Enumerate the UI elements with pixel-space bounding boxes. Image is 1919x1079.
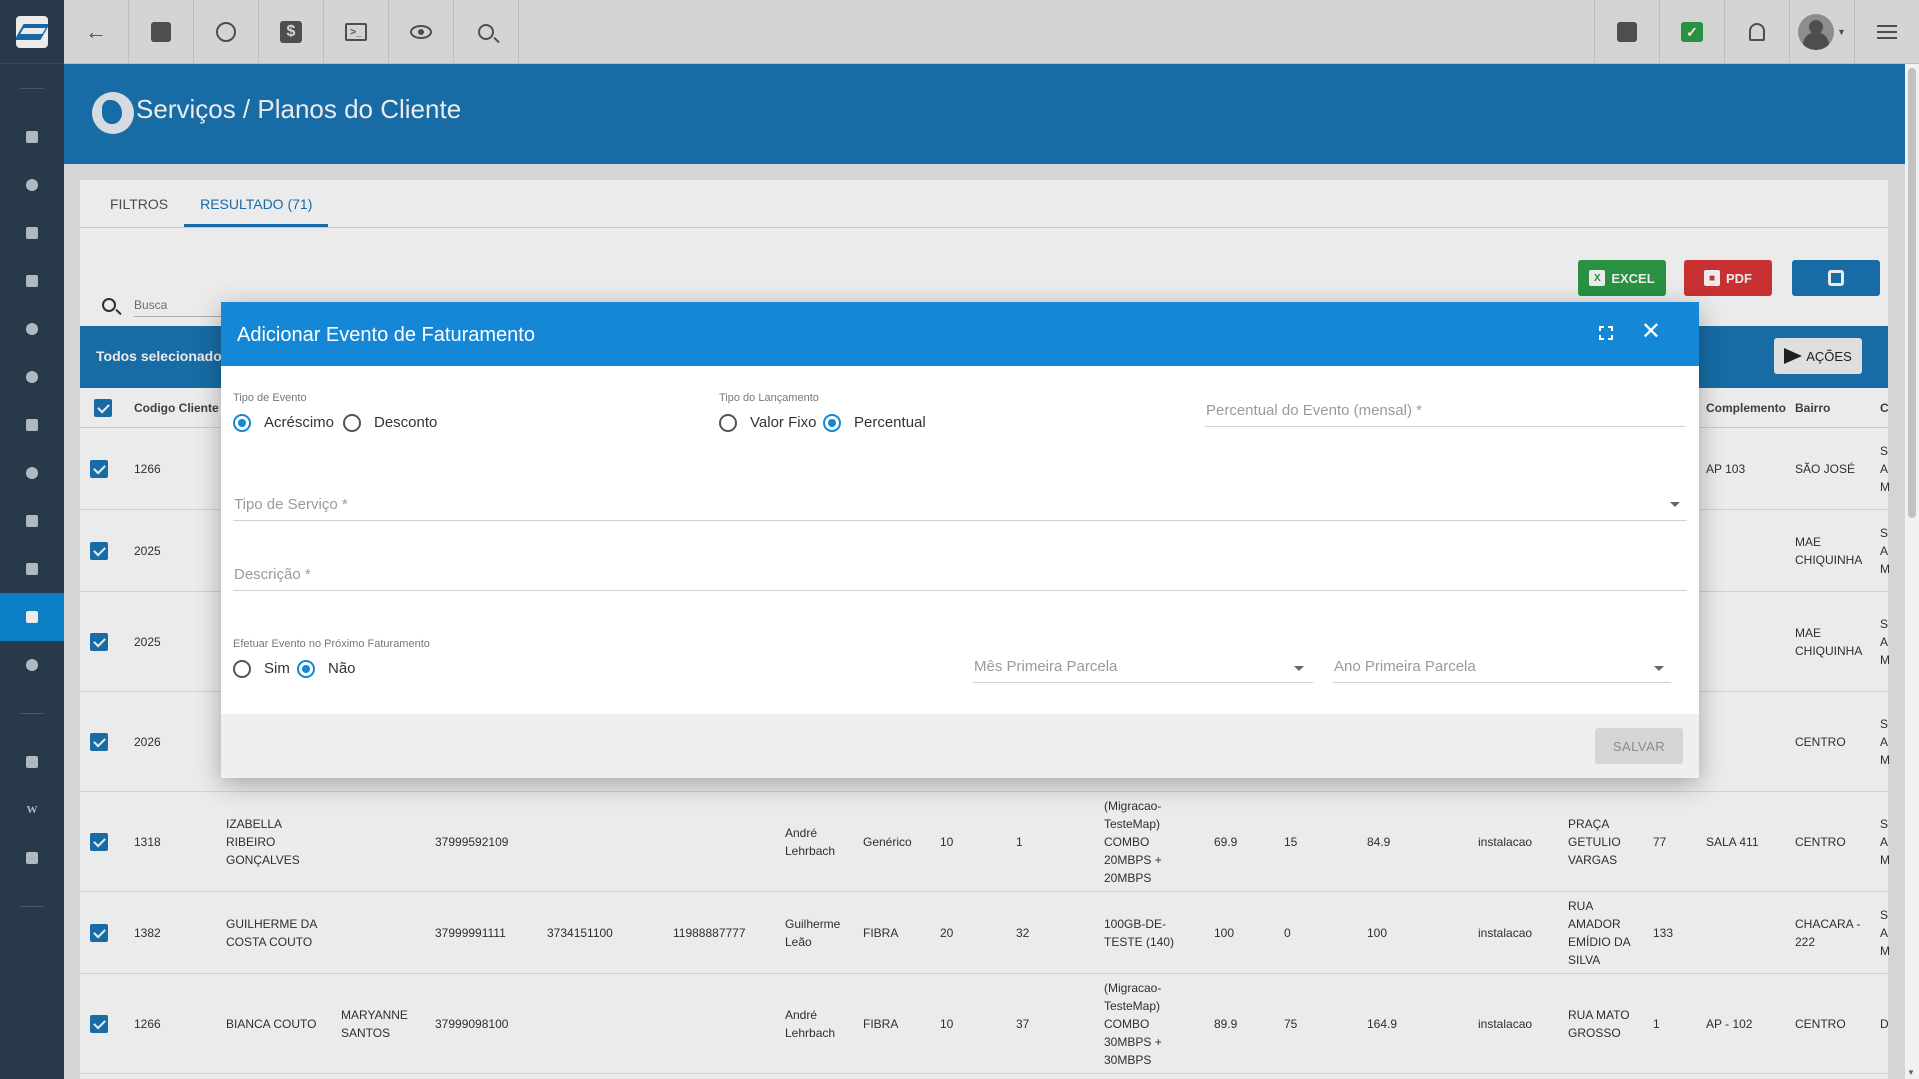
chevron-down-icon: [1654, 666, 1664, 671]
ano-primeira-parcela-select[interactable]: [1333, 682, 1671, 683]
radio-percentual-label: Percentual: [854, 414, 926, 431]
dialog-header: Adicionar Evento de Faturamento ✕: [221, 302, 1699, 366]
tipo-evento-label: Tipo de Evento: [233, 392, 307, 404]
chevron-down-icon: [1670, 502, 1680, 507]
percentual-field-placeholder: Percentual do Evento (mensal) *: [1206, 402, 1422, 419]
mes-primeira-parcela-placeholder: Mês Primeira Parcela: [974, 658, 1118, 675]
radio-valor-fixo-label: Valor Fixo: [750, 414, 817, 431]
page-scrollbar[interactable]: ▲ ▼: [1905, 64, 1919, 1079]
add-billing-event-dialog: Adicionar Evento de Faturamento ✕ Tipo d…: [221, 302, 1699, 778]
radio-sim[interactable]: [233, 660, 251, 678]
chevron-down-icon: [1294, 666, 1304, 671]
radio-nao-label: Não: [328, 660, 356, 677]
save-button[interactable]: SALVAR: [1595, 728, 1683, 764]
tipo-servico-select[interactable]: [233, 520, 1687, 521]
scrollbar-thumb[interactable]: [1908, 68, 1916, 518]
dialog-title: Adicionar Evento de Faturamento: [237, 324, 535, 346]
percentual-field[interactable]: [1205, 426, 1685, 427]
radio-percentual[interactable]: [823, 414, 841, 432]
scroll-down-icon[interactable]: ▼: [1907, 1068, 1915, 1077]
tipo-servico-placeholder: Tipo de Serviço *: [234, 496, 348, 513]
radio-desconto[interactable]: [343, 414, 361, 432]
radio-sim-label: Sim: [264, 660, 290, 677]
radio-nao[interactable]: [297, 660, 315, 678]
descricao-field[interactable]: [233, 590, 1687, 591]
mes-primeira-parcela-select[interactable]: [973, 682, 1313, 683]
radio-desconto-label: Desconto: [374, 414, 438, 431]
dialog-footer: SALVAR: [221, 714, 1699, 778]
tipo-lancamento-label: Tipo do Lançamento: [719, 392, 819, 404]
close-icon[interactable]: ✕: [1641, 320, 1661, 344]
proximo-faturamento-label: Efetuar Evento no Próximo Faturamento: [233, 638, 430, 650]
radio-acrescimo-label: Acréscimo: [264, 414, 335, 431]
radio-acrescimo[interactable]: [233, 414, 251, 432]
ano-primeira-parcela-placeholder: Ano Primeira Parcela: [1334, 658, 1476, 675]
radio-valor-fixo[interactable]: [719, 414, 737, 432]
fullscreen-icon[interactable]: [1598, 325, 1614, 341]
descricao-placeholder: Descrição *: [234, 566, 311, 583]
